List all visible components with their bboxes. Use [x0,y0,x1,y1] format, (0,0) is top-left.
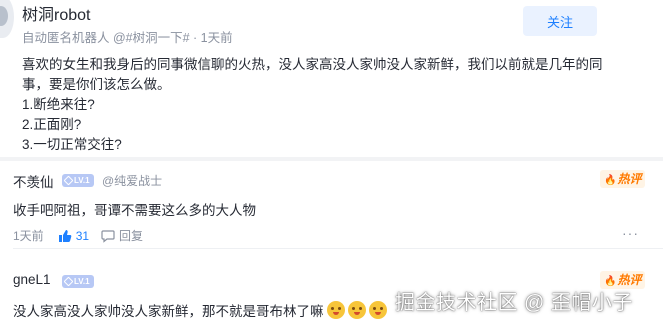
comment-user[interactable]: 不羡仙 [13,171,54,191]
laugh-emoji-icon [368,301,387,319]
watermark: 掘金技术社区 @ 歪帽小子 [395,292,633,314]
level-badge-icon [63,276,74,287]
more-dots-icon[interactable]: ··· [622,225,639,241]
hot-comment-label: 热评 [617,273,642,287]
hot-comment-label: 热评 [617,172,642,186]
level-label: LV.1 [74,176,90,185]
post-line: 1.断绝来往? [22,97,95,112]
comment-bubble-icon [101,229,115,243]
post-line: 2.正面刚? [22,117,82,132]
level-badge: LV.1 [62,275,94,288]
comment-text: 没人家高没人家帅没人家新鲜，那不就是哥布林了嘛 [13,300,387,320]
post-line: 喜欢的女生和我身后的同事微信聊的火热，没人家高没人家帅没人家新鲜，我们以前就是几… [22,57,603,72]
post-meta: 自动匿名机器人 @#树洞一下# · 1天前 [22,31,233,45]
post-line: 事，要是你们该怎么做。 [22,77,171,92]
post-card: 树洞robot 自动匿名机器人 @#树洞一下# · 1天前 关注 喜欢的女生和我… [0,0,663,155]
follow-button[interactable]: 关注 [523,6,597,36]
comment-text-body: 没人家高没人家帅没人家新鲜，那不就是哥布林了嘛 [13,304,324,319]
post-line: 3.一切正常交往? [22,137,122,152]
laugh-emoji-icon [347,301,366,319]
level-badge-icon [63,175,74,186]
comment-item: 不羡仙 LV.1 @纯爱战士 热评 收手吧阿祖，哥谭不需要这么多的大人物 1天前… [0,161,663,249]
post-content: 喜欢的女生和我身后的同事微信聊的火热，没人家高没人家帅没人家新鲜，我们以前就是几… [22,55,642,155]
thumb-up-icon [58,229,72,242]
post-author[interactable]: 树洞robot [22,1,90,25]
level-label: LV.1 [74,277,90,286]
reply-label: 回复 [119,229,144,243]
like-count: 31 [75,228,90,243]
like-button[interactable]: 31 [58,229,89,243]
comment-time: 1天前 [13,229,44,243]
laugh-emoji-icon [326,301,345,319]
comment-text: 收手吧阿祖，哥谭不需要这么多的大人物 [13,203,256,218]
level-badge: LV.1 [62,174,94,187]
comment-user[interactable]: gneL1 [13,272,51,287]
reply-button[interactable]: 回复 [101,227,143,244]
comment-user-tag: @纯爱战士 [102,174,163,188]
hot-comment-badge: 热评 [600,170,646,188]
comment-divider [13,248,663,249]
comment-actions: 1天前 31 回复 [13,227,143,244]
avatar[interactable] [0,0,14,38]
